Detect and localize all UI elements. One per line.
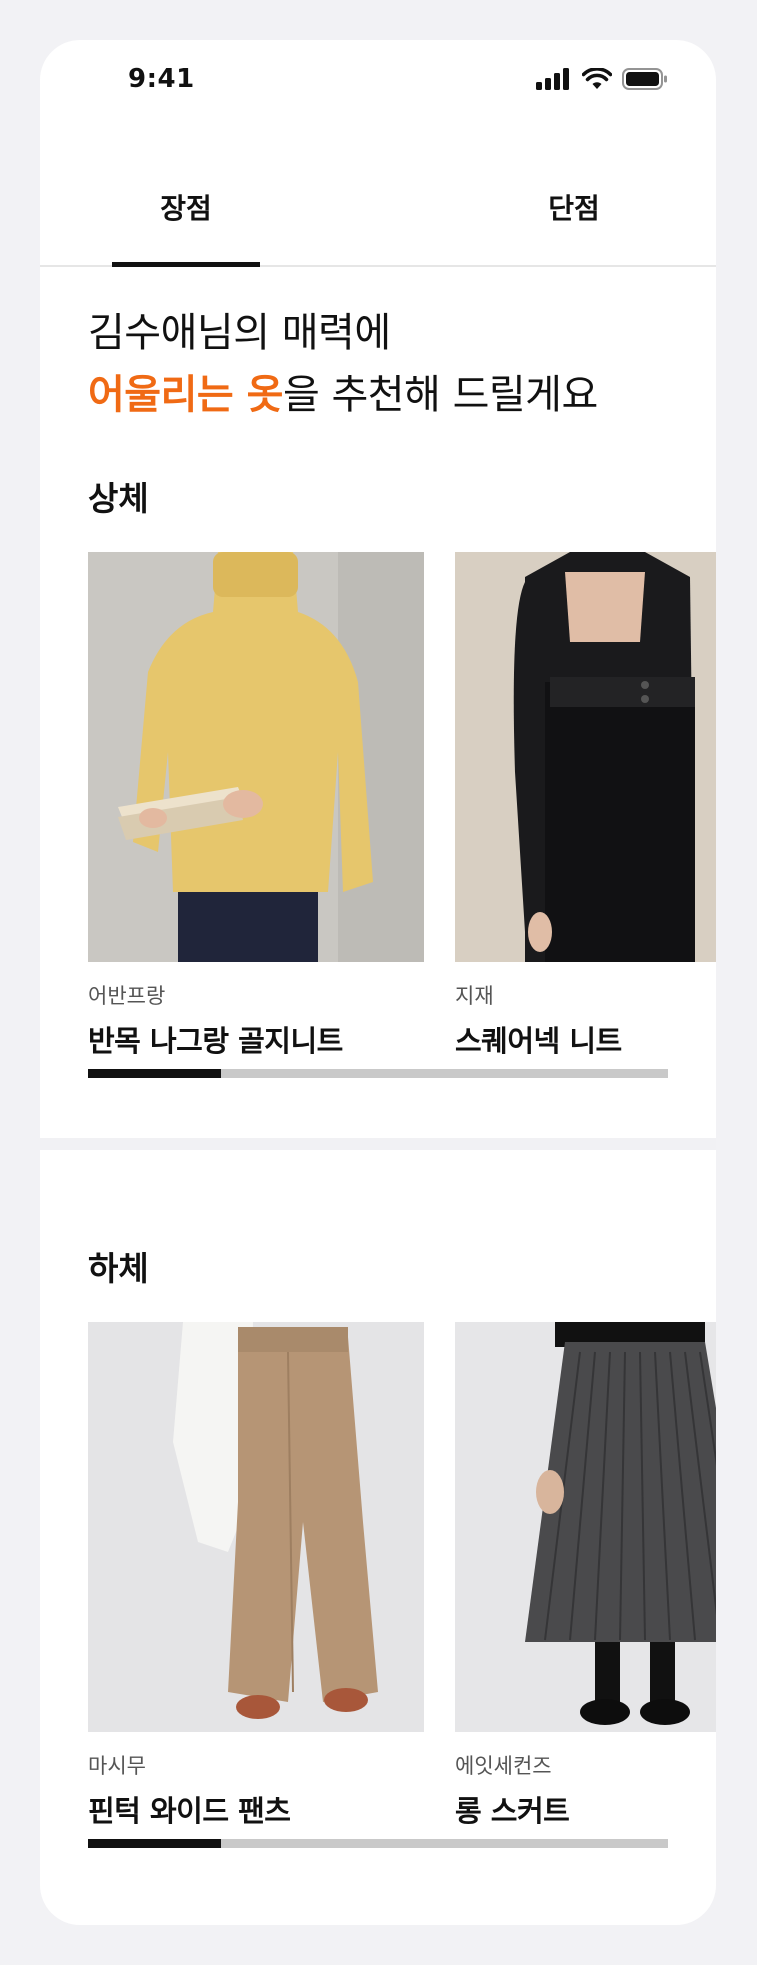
section-divider: [40, 1138, 716, 1150]
product-image-pleated-long-skirt: [455, 1322, 716, 1732]
product-brand: 어반프랑: [88, 984, 166, 1008]
tab-bar: 장점 단점: [40, 160, 716, 267]
headline-line1: 김수애님의 매력에: [88, 310, 391, 356]
status-icons: [536, 68, 668, 90]
section-title-bottoms: 하체: [88, 1249, 149, 1288]
product-card[interactable]: 어반프랑 반목 나그랑 골지니트: [88, 552, 424, 1060]
product-image-yellow-turtleneck: [88, 552, 424, 962]
product-brand: 마시무: [88, 1754, 146, 1778]
product-card[interactable]: 마시무 핀턱 와이드 팬츠: [88, 1322, 424, 1830]
tab-cons[interactable]: 단점: [500, 160, 648, 265]
product-brand: 지재: [455, 984, 494, 1008]
product-image-wide-pants: [88, 1322, 424, 1732]
carousel-progress-tops: [88, 1069, 668, 1078]
product-name: 핀턱 와이드 팬츠: [88, 1794, 291, 1828]
carousel-progress-bottoms: [88, 1839, 668, 1848]
product-name: 스퀘어넥 니트: [455, 1024, 622, 1058]
headline-line2-rest: 을 추천해 드릴게요: [282, 372, 598, 418]
product-card[interactable]: 지재 스퀘어넥 니트: [455, 552, 716, 1060]
product-image-black-squareneck-knit: [455, 552, 716, 962]
product-name: 롱 스커트: [455, 1794, 570, 1828]
status-time: 9:41: [128, 64, 195, 94]
page-headline: 김수애님의 매력에 어울리는 옷을 추천해 드릴게요: [88, 302, 598, 426]
phone-frame: 9:41 장점 단점 김수애님의 매력에 어울리는 옷을 추천해 드릴게요 상체…: [40, 40, 716, 1925]
battery-icon: [622, 68, 667, 90]
product-carousel-tops[interactable]: 어반프랑 반목 나그랑 골지니트 지재 스퀘어넥 니트: [88, 552, 716, 1058]
product-name: 반목 나그랑 골지니트: [88, 1024, 343, 1058]
status-bar: 9:41: [40, 40, 716, 160]
active-tab-indicator: [112, 262, 260, 267]
carousel-progress-fill: [88, 1839, 222, 1848]
product-card[interactable]: 에잇세컨즈 롱 스커트: [455, 1322, 716, 1830]
product-brand: 에잇세컨즈: [455, 1754, 552, 1778]
wifi-icon: [582, 68, 612, 89]
tab-pros[interactable]: 장점: [112, 160, 260, 265]
cellular-signal-icon: [536, 68, 569, 90]
headline-accent: 어울리는 옷: [88, 372, 283, 418]
headline-line2: 어울리는 옷을 추천해 드릴게요: [88, 364, 598, 426]
section-title-tops: 상체: [88, 479, 149, 518]
carousel-progress-fill: [88, 1069, 222, 1078]
product-carousel-bottoms[interactable]: 마시무 핀턱 와이드 팬츠 에잇세컨즈 롱 스커트: [88, 1322, 716, 1828]
